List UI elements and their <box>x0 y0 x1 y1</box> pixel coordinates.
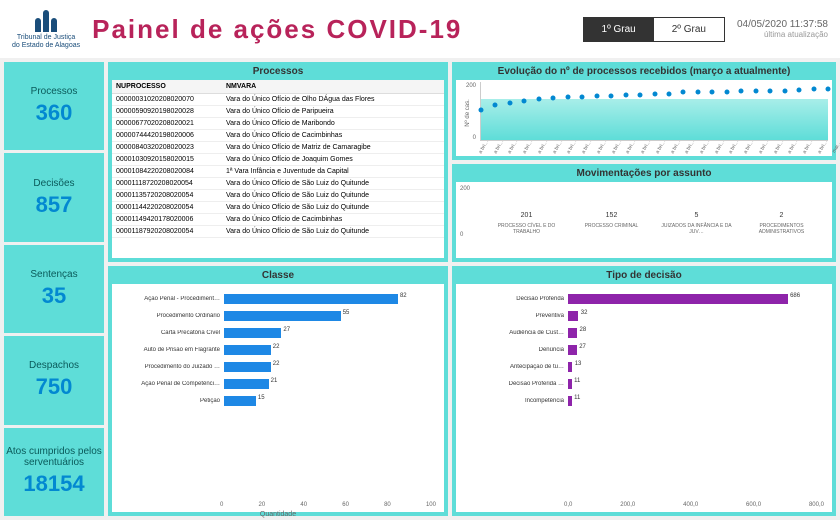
table-row[interactable]: 00000590920198020028Vara do Único Ofício… <box>112 106 444 118</box>
kpi-card: Atos cumpridos pelos serventuários18154 <box>4 428 104 516</box>
kpi-card: Despachos750 <box>4 336 104 424</box>
tipo-decisao-chart-panel: Tipo de decisão Decisão Proferida686Prev… <box>452 266 836 516</box>
table-row[interactable]: 00000840320208020023Vara do Único Ofício… <box>112 142 444 154</box>
hbar[interactable]: Denúncia27 <box>464 343 824 357</box>
hbar[interactable]: Audiência de Cust…28 <box>464 326 824 340</box>
hbar[interactable]: Decisão Proferida …11 <box>464 377 824 391</box>
bar[interactable]: 201PROCESSO CÍVEL E DO TRABALHO <box>488 212 565 236</box>
table-row[interactable]: 000010842202080200841ª Vara Infância e J… <box>112 166 444 178</box>
hbar[interactable]: Antecipação de tu…13 <box>464 360 824 374</box>
table-row[interactable]: 00001149420178020006Vara do Único Ofício… <box>112 214 444 226</box>
bar[interactable]: 152PROCESSO CRIMINAL <box>573 212 650 236</box>
table-row[interactable]: 00000744420198020006Vara do Único Ofício… <box>112 130 444 142</box>
table-row[interactable]: 00000677020208020021Vara do Único Ofício… <box>112 118 444 130</box>
hbar[interactable]: Ação Penal - Procediment…82 <box>120 292 436 306</box>
table-row[interactable]: 00001144220208020054Vara do Único Ofício… <box>112 202 444 214</box>
hbar[interactable]: Preventiva32 <box>464 309 824 323</box>
table-row[interactable]: 00000031020208020070Vara do Único Ofício… <box>112 94 444 106</box>
bar[interactable]: 5JUIZADOS DA INFÂNCIA E DA JUV… <box>658 212 735 236</box>
col-nmvara: NMVARA <box>222 80 260 93</box>
table-row[interactable]: 00001187920208020054Vara do Único Ofício… <box>112 226 444 238</box>
hbar[interactable]: Auto de Prisão em Flagrante22 <box>120 343 436 357</box>
tab-2grau[interactable]: 2º Grau <box>654 18 724 41</box>
classe-chart-panel: Classe Ação Penal - Procediment…82Proced… <box>108 266 448 516</box>
timestamp: 04/05/2020 11:37:58 última atualização <box>737 19 828 39</box>
tipo-decisao-hbar-chart[interactable]: Decisão Proferida686 Preventiva32 Audiênci… <box>456 284 832 512</box>
table-row[interactable]: 00001118720208020054Vara do Único Ofício… <box>112 178 444 190</box>
org-logo: Tribunal de Justiça do Estado de Alagoas <box>12 8 80 49</box>
hbar[interactable]: Incompetência11 <box>464 394 824 408</box>
hbar[interactable]: Procedimento do Juizado …22 <box>120 360 436 374</box>
evolucao-line-chart[interactable]: Nº de cas. 2000 a bri…a bri…a bri…a bri…… <box>456 80 832 156</box>
kpi-card: Processos360 <box>4 62 104 150</box>
grau-tabs: 1º Grau 2º Grau <box>583 17 725 42</box>
col-nuprocesso: NUPROCESSO <box>112 80 222 93</box>
tab-1grau[interactable]: 1º Grau <box>584 18 654 41</box>
scales-icon <box>31 8 61 32</box>
hbar[interactable]: Ação Penal de Competênci…21 <box>120 377 436 391</box>
evolucao-chart-panel: Evolução do nº de processos recebidos (m… <box>452 62 836 160</box>
kpi-column: Processos360Decisões857Sentenças35Despac… <box>4 62 104 516</box>
table-row[interactable]: 00001135720208020054Vara do Único Ofício… <box>112 190 444 202</box>
processos-table-panel: Processos NUPROCESSO NMVARA 000000310202… <box>108 62 448 262</box>
table-row[interactable]: 00001030920158020015Vara do Único Ofício… <box>112 154 444 166</box>
processos-table[interactable]: NUPROCESSO NMVARA 00000031020208020070Va… <box>112 80 444 258</box>
page-title: Painel de ações COVID-19 <box>92 14 570 45</box>
bar[interactable]: 2PROCEDIMENTOS ADMINISTRATIVOS <box>743 212 820 236</box>
classe-hbar-chart[interactable]: Ação Penal - Procediment…82 Procedimento … <box>112 284 444 512</box>
hbar[interactable]: Petição15 <box>120 394 436 408</box>
movimentacoes-bar-chart[interactable]: 2000 201PROCESSO CÍVEL E DO TRABALHO152P… <box>456 182 832 258</box>
hbar[interactable]: Carta Precatória Cível27 <box>120 326 436 340</box>
hbar[interactable]: Procedimento Ordinário55 <box>120 309 436 323</box>
kpi-card: Decisões857 <box>4 153 104 241</box>
movimentacoes-chart-panel: Movimentações por assunto 2000 201PROCES… <box>452 164 836 262</box>
hbar[interactable]: Decisão Proferida686 <box>464 292 824 306</box>
kpi-card: Sentenças35 <box>4 245 104 333</box>
